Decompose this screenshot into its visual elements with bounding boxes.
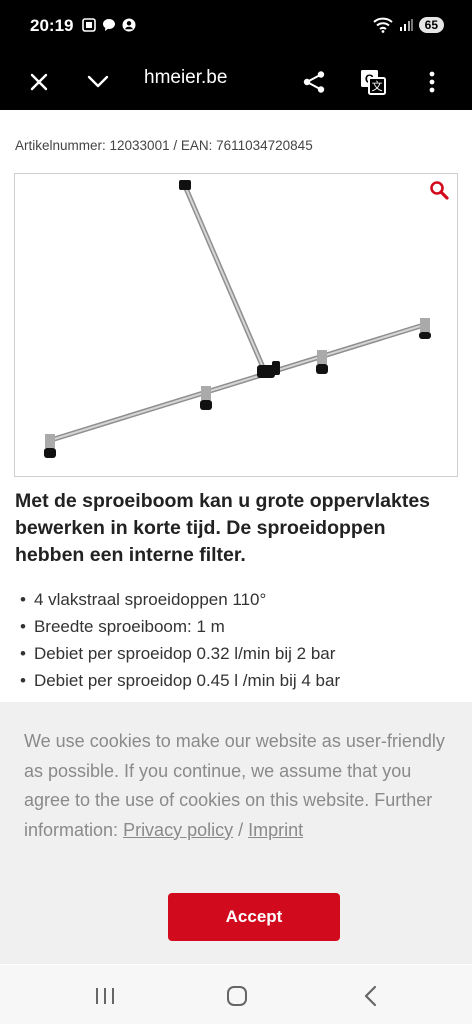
status-right: 65: [372, 17, 444, 33]
browser-toolbar: hmeier.be G文: [0, 54, 472, 110]
share-icon: [303, 71, 325, 93]
translate-button[interactable]: G文: [357, 66, 389, 98]
notification-icons: [82, 18, 136, 32]
link-separator: /: [233, 819, 249, 840]
share-button[interactable]: [298, 66, 330, 98]
recent-apps-button[interactable]: [90, 981, 120, 1011]
svg-text:文: 文: [372, 79, 383, 93]
chevron-down-icon: [87, 75, 109, 88]
back-icon: [364, 985, 377, 1007]
zoom-icon[interactable]: [429, 180, 449, 200]
signal-icon: [399, 19, 413, 31]
battery-level: 65: [418, 17, 444, 33]
status-bar: 20:19 65: [0, 0, 472, 54]
feature-item: Breedte sproeiboom: 1 m: [20, 613, 340, 640]
privacy-policy-link[interactable]: Privacy policy: [123, 820, 233, 840]
cookie-message: We use cookies to make our website as us…: [24, 727, 449, 845]
more-vertical-icon: [429, 71, 435, 93]
translate-icon: G文: [361, 70, 386, 95]
close-icon: [30, 73, 48, 91]
close-button[interactable]: [23, 66, 55, 98]
url-text[interactable]: hmeier.be: [144, 67, 227, 89]
back-button[interactable]: [355, 981, 385, 1011]
accept-button[interactable]: Accept: [168, 893, 340, 941]
spray-boom-image: [44, 180, 431, 458]
feature-list: 4 vlakstraal sproeidoppen 110° Breedte s…: [20, 586, 340, 694]
feature-item: 4 vlakstraal sproeidoppen 110°: [20, 586, 340, 613]
more-menu-button[interactable]: [416, 66, 448, 98]
expand-button[interactable]: [82, 66, 114, 98]
product-image[interactable]: [14, 173, 458, 477]
recent-apps-icon: [96, 988, 114, 1004]
article-number: Artikelnummer: 12033001 / EAN: 761103472…: [15, 138, 313, 153]
feature-item: Debiet per sproeidop 0.32 l/min bij 2 ba…: [20, 640, 340, 667]
cookie-banner: We use cookies to make our website as us…: [0, 702, 472, 964]
chat-icon: [103, 19, 115, 31]
home-button[interactable]: [222, 981, 252, 1011]
wifi-icon: [372, 17, 393, 33]
home-icon: [227, 986, 247, 1006]
account-icon: [122, 18, 136, 32]
screenshot-icon: [82, 18, 96, 32]
product-lead: Met de sproeiboom kan u grote oppervlakt…: [15, 490, 431, 566]
system-nav-bar: [0, 965, 472, 1024]
feature-item: Debiet per sproeidop 0.45 l /min bij 4 b…: [20, 667, 340, 694]
status-time: 20:19: [30, 16, 74, 35]
imprint-link[interactable]: Imprint: [248, 820, 303, 840]
